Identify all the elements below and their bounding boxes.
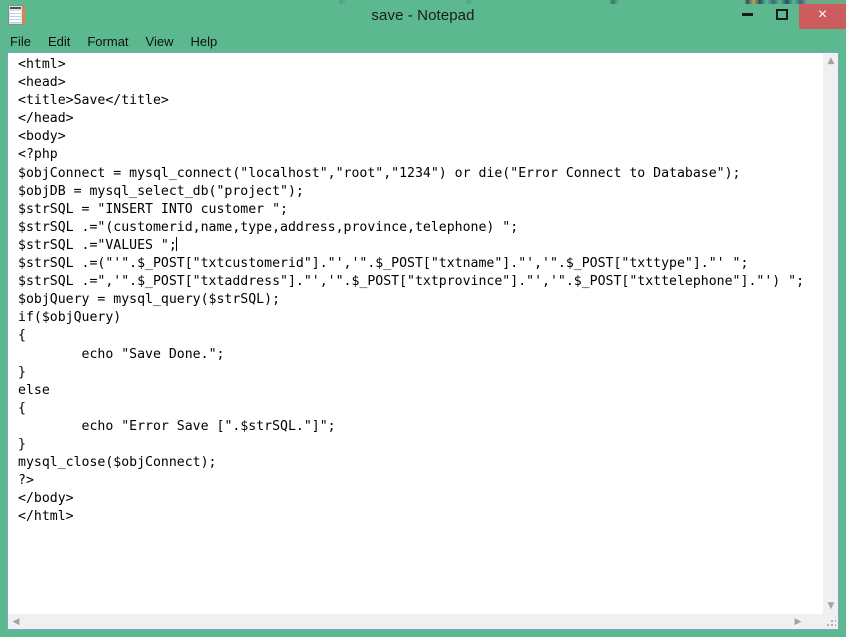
menu-item-edit[interactable]: Edit — [48, 34, 70, 49]
maximize-icon — [776, 9, 788, 20]
menu-bar: File Edit Format View Help — [0, 30, 846, 52]
window-title: save - Notepad — [371, 6, 475, 24]
resize-grip-icon[interactable] — [826, 617, 836, 627]
editor-text-after-caret: $strSQL .=("'".$_POST["txtcustomerid"]."… — [18, 256, 805, 525]
background-window-artifact — [0, 0, 846, 4]
notepad-icon — [8, 5, 25, 25]
minimize-icon — [741, 13, 753, 16]
vertical-scrollbar[interactable]: ▲ ▼ — [822, 53, 838, 614]
editor-text-before-caret: <html> <head> <title>Save</title> </head… — [18, 57, 741, 253]
horizontal-scrollbar[interactable]: ◀ ▶ — [8, 613, 823, 629]
scrollbar-corner — [822, 613, 838, 629]
notepad-window: save - Notepad × File Edit Format View H… — [0, 0, 846, 637]
menu-item-file[interactable]: File — [10, 34, 31, 49]
window-bottom-edge — [0, 630, 846, 637]
scroll-down-icon[interactable]: ▼ — [823, 598, 838, 614]
title-bar[interactable]: save - Notepad × — [0, 0, 846, 30]
editor-content[interactable]: <html> <head> <title>Save</title> </head… — [8, 53, 823, 526]
menu-item-help[interactable]: Help — [190, 34, 217, 49]
menu-item-format[interactable]: Format — [87, 34, 128, 49]
close-icon: × — [817, 5, 828, 23]
text-editor[interactable]: <html> <head> <title>Save</title> </head… — [8, 53, 823, 614]
editor-client-area: <html> <head> <title>Save</title> </head… — [7, 52, 839, 630]
window-controls: × — [729, 0, 846, 29]
scroll-right-icon[interactable]: ▶ — [790, 614, 806, 629]
menu-item-view[interactable]: View — [146, 34, 174, 49]
text-caret — [175, 236, 177, 251]
minimize-button[interactable] — [729, 0, 765, 29]
maximize-button[interactable] — [765, 0, 799, 29]
scroll-up-icon[interactable]: ▲ — [823, 53, 838, 69]
scroll-left-icon[interactable]: ◀ — [8, 614, 24, 629]
close-button[interactable]: × — [799, 0, 846, 29]
